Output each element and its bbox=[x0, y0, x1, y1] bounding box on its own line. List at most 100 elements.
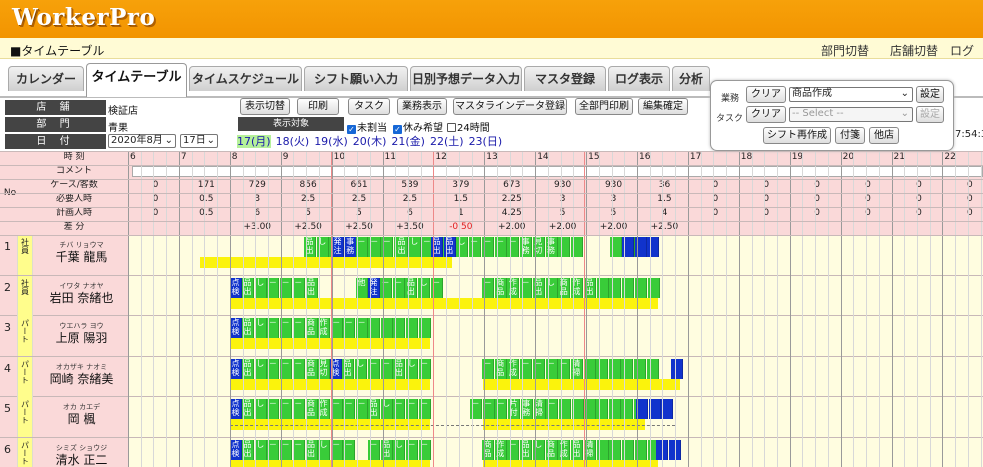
task-cell[interactable]: し bbox=[456, 237, 468, 257]
task-cell[interactable] bbox=[608, 358, 621, 379]
date-link[interactable]: 23(日) bbox=[469, 135, 503, 148]
task-cell[interactable]: 品出 bbox=[305, 439, 318, 460]
work-block[interactable] bbox=[671, 358, 684, 379]
task-cell[interactable]: 点検 bbox=[230, 439, 242, 460]
task-cell[interactable]: 作成 bbox=[558, 439, 571, 460]
task-cell[interactable]: 点検 bbox=[230, 358, 242, 379]
task-cell[interactable]: － bbox=[267, 439, 280, 460]
tab-timetable[interactable]: タイムテーブル bbox=[86, 63, 187, 97]
task-cell[interactable]: － bbox=[267, 277, 280, 298]
task-cell[interactable]: － bbox=[292, 318, 305, 338]
comment-input[interactable] bbox=[132, 166, 983, 177]
master-line-register-button[interactable]: マスタラインデータ登録 bbox=[453, 98, 567, 115]
task-cell[interactable] bbox=[671, 358, 683, 379]
task-cell[interactable]: し bbox=[254, 399, 267, 419]
task-cell[interactable]: 点検 bbox=[230, 399, 242, 419]
work-block[interactable] bbox=[622, 237, 660, 257]
task-cell[interactable]: 品出 bbox=[396, 237, 408, 257]
employee-name-cell[interactable]: ウエハラ ヨウ 上原 陽羽 bbox=[35, 316, 128, 356]
task-cell[interactable] bbox=[558, 237, 571, 257]
plan-bar[interactable] bbox=[200, 257, 452, 268]
task-cell[interactable]: 品出 bbox=[305, 277, 318, 298]
work-block[interactable] bbox=[656, 439, 681, 460]
task-cell[interactable]: し bbox=[254, 318, 267, 338]
task-select[interactable]: -- Select -- ⌄ bbox=[789, 107, 913, 122]
date-link[interactable]: 21(金) bbox=[391, 135, 425, 148]
task-clear-button[interactable]: クリア bbox=[746, 106, 786, 123]
work-set-button[interactable]: 設定 bbox=[916, 86, 944, 103]
month-select[interactable]: 2020年8月 ⌄ bbox=[108, 134, 176, 148]
task-cell[interactable] bbox=[646, 358, 659, 379]
work-block[interactable]: 品出 品出 bbox=[431, 237, 456, 257]
employee-name-cell[interactable]: チバ リョウマ 千葉 龍馬 bbox=[35, 235, 128, 275]
work-block[interactable]: 品出し bbox=[342, 358, 367, 379]
tab-log[interactable]: ログ表示 bbox=[608, 66, 670, 91]
day-select[interactable]: 17日 ⌄ bbox=[180, 134, 218, 148]
work-block[interactable]: －－－片付 事務 清掃－ bbox=[470, 399, 597, 419]
dayoff-checkbox[interactable]: ✓ 休み希望 bbox=[393, 119, 443, 134]
tab-time-schedule[interactable]: タイムスケジュール bbox=[189, 66, 302, 91]
date-link[interactable]: 18(火) bbox=[276, 135, 310, 148]
task-cell[interactable] bbox=[661, 399, 674, 419]
plan-bar[interactable] bbox=[230, 459, 430, 467]
work-block[interactable]: 点検 bbox=[230, 318, 243, 338]
reshift-button[interactable]: シフト再作成 bbox=[763, 127, 831, 144]
task-cell[interactable] bbox=[608, 399, 621, 419]
task-cell[interactable]: － bbox=[343, 399, 356, 419]
task-set-button[interactable]: 設定 bbox=[916, 106, 944, 123]
work-clear-button[interactable]: クリア bbox=[746, 86, 786, 103]
date-link[interactable]: 19(水) bbox=[314, 135, 348, 148]
display-switch-button[interactable]: 表示切替 bbox=[240, 98, 290, 115]
task-button[interactable]: タスク bbox=[348, 98, 390, 115]
work-block[interactable]: 品出 bbox=[584, 277, 660, 298]
task-cell[interactable]: 商品 bbox=[305, 358, 318, 379]
task-cell[interactable]: － bbox=[267, 399, 280, 419]
work-block[interactable]: 点検 bbox=[230, 399, 243, 419]
work-block[interactable]: し－－ bbox=[318, 439, 356, 460]
task-cell[interactable]: 商品 bbox=[305, 318, 318, 338]
work-block[interactable]: 点検 bbox=[230, 439, 243, 460]
tab-master[interactable]: マスタ登録 bbox=[524, 66, 606, 91]
work-block[interactable]: 点検 bbox=[230, 358, 243, 379]
sticky-note-button[interactable]: 付箋 bbox=[835, 127, 865, 144]
dept-switch-link[interactable]: 部門切替 bbox=[821, 42, 869, 59]
print-button[interactable]: 印刷 bbox=[297, 98, 339, 115]
employee-name-cell[interactable]: イワタ ナオヤ 岩田 奈緒也 bbox=[35, 276, 128, 316]
task-cell[interactable]: し bbox=[254, 439, 267, 460]
store-switch-link[interactable]: 店舗切替 bbox=[890, 42, 938, 59]
24h-checkbox[interactable]: 24時間 bbox=[447, 119, 490, 134]
task-cell[interactable]: し bbox=[254, 358, 267, 379]
unassigned-checkbox[interactable]: ✓ 未割当 bbox=[347, 119, 387, 134]
task-cell[interactable]: － bbox=[267, 358, 280, 379]
date-link[interactable]: 20(木) bbox=[353, 135, 387, 148]
task-cell[interactable]: － bbox=[292, 399, 305, 419]
task-cell[interactable]: 点検 bbox=[230, 277, 242, 298]
task-cell[interactable]: － bbox=[558, 358, 571, 379]
work-block[interactable] bbox=[636, 399, 674, 419]
date-link[interactable]: 17(月) bbox=[237, 135, 271, 148]
task-cell[interactable]: － bbox=[468, 237, 481, 257]
task-cell[interactable] bbox=[596, 358, 608, 379]
other-store-button[interactable]: 他店 bbox=[869, 127, 899, 144]
task-cell[interactable]: 商品 bbox=[305, 399, 318, 419]
tab-shift-request[interactable]: シフト願い入力 bbox=[304, 66, 408, 91]
app-logo[interactable]: WorkerPro bbox=[12, 4, 155, 31]
all-dept-print-button[interactable]: 全部門印刷 bbox=[575, 98, 633, 115]
work-block[interactable]: －商品 作成－－－－清掃 bbox=[482, 358, 596, 379]
task-cell[interactable]: し bbox=[408, 237, 421, 257]
work-block[interactable]: 点検 bbox=[230, 277, 243, 298]
task-cell[interactable]: 点検 bbox=[230, 318, 242, 338]
task-cell[interactable] bbox=[596, 399, 608, 419]
task-cell[interactable]: － bbox=[343, 439, 356, 460]
work-select[interactable]: 商品作成 ⌄ bbox=[789, 87, 913, 102]
employee-name-cell[interactable]: シミズ ショウジ 清水 正二 bbox=[35, 438, 128, 467]
tab-analysis[interactable]: 分析 bbox=[672, 66, 710, 91]
task-cell[interactable]: － bbox=[292, 439, 305, 460]
task-cell[interactable]: 商品 bbox=[558, 277, 571, 298]
task-cell[interactable] bbox=[634, 358, 647, 379]
task-cell[interactable]: － bbox=[343, 318, 356, 338]
plan-bar[interactable] bbox=[230, 297, 658, 309]
date-link[interactable]: 22(土) bbox=[430, 135, 464, 148]
task-cell[interactable]: し bbox=[254, 277, 267, 298]
tab-calendar[interactable]: カレンダー bbox=[8, 66, 84, 91]
